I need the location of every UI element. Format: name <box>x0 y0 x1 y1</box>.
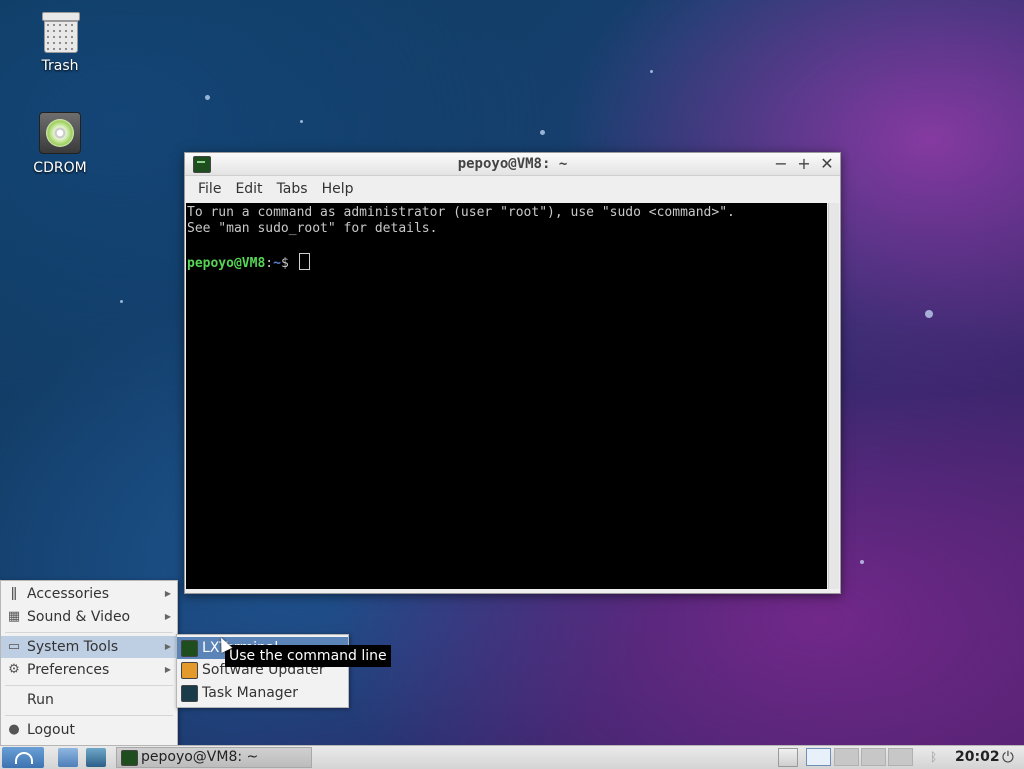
background-star <box>300 120 303 123</box>
terminal-window: pepoyo@VM8: ~ − + ✕ File Edit Tabs Help … <box>184 152 841 594</box>
menu-item-label: Sound & Video <box>27 609 131 625</box>
arrow-right-icon: ▶ <box>164 642 171 651</box>
start-menu: ǁ Accessories ▶ ▦ Sound & Video ▶ ▭ Syst… <box>0 580 178 746</box>
task-manager-icon <box>181 685 198 702</box>
bluetooth-icon[interactable]: ᛒ <box>930 748 942 767</box>
prompt-path: ~ <box>273 256 281 271</box>
menu-item-label: Preferences <box>27 662 110 678</box>
desktop-pager-2[interactable] <box>834 748 859 766</box>
menu-item-preferences[interactable]: ⚙ Preferences ▶ <box>1 659 177 681</box>
user-icon: ● <box>8 722 20 737</box>
maximize-icon[interactable]: + <box>795 154 813 174</box>
desktop-icon-cdrom[interactable]: CDROM <box>20 112 100 176</box>
background-star <box>860 560 864 564</box>
submenu-item-task-manager[interactable]: Task Manager <box>177 682 348 704</box>
monitor-icon: ▭ <box>7 639 21 654</box>
terminal-icon <box>121 750 138 766</box>
terminal-output[interactable]: To run a command as administrator (user … <box>186 203 827 589</box>
cdrom-icon <box>39 112 81 154</box>
menu-edit[interactable]: Edit <box>228 181 269 197</box>
updater-icon <box>181 662 198 679</box>
menu-separator <box>5 632 173 633</box>
menu-item-system-tools[interactable]: ▭ System Tools ▶ <box>1 636 177 658</box>
terminal-line: See "man sudo_root" for details. <box>187 221 438 236</box>
file-manager-icon[interactable] <box>58 748 78 767</box>
terminal-icon <box>181 640 198 657</box>
window-list-icon[interactable] <box>778 748 798 767</box>
menu-item-label: Run <box>27 692 54 708</box>
vertical-scrollbar[interactable] <box>828 203 839 589</box>
desktop-pager-3[interactable] <box>861 748 886 766</box>
background-star <box>205 95 210 100</box>
show-desktop-icon[interactable] <box>86 748 106 767</box>
menu-separator <box>5 715 173 716</box>
menu-item-sound-video[interactable]: ▦ Sound & Video ▶ <box>1 606 177 628</box>
menu-item-accessories[interactable]: ǁ Accessories ▶ <box>1 583 177 605</box>
terminal-line: To run a command as administrator (user … <box>187 205 735 220</box>
start-menu-button[interactable] <box>2 747 44 768</box>
window-title: pepoyo@VM8: ~ <box>457 156 568 172</box>
menu-item-run[interactable]: Run <box>1 689 177 711</box>
accessories-icon: ǁ <box>10 586 18 601</box>
arrow-right-icon: ▶ <box>164 589 171 598</box>
menu-file[interactable]: File <box>191 181 228 197</box>
menu-tabs[interactable]: Tabs <box>270 181 315 197</box>
arrow-right-icon: ▶ <box>164 665 171 674</box>
text-cursor <box>298 253 310 270</box>
desktop-pager-1[interactable] <box>806 748 831 766</box>
menu-help[interactable]: Help <box>315 181 361 197</box>
desktop-pager-4[interactable] <box>888 748 913 766</box>
prompt-symbol: $ <box>280 256 289 271</box>
menu-item-label: Logout <box>27 722 75 738</box>
tooltip: Use the command line <box>225 645 391 667</box>
menu-bar: File Edit Tabs Help <box>185 176 840 202</box>
prompt-separator: : <box>265 256 274 271</box>
menu-item-label: Accessories <box>27 586 110 602</box>
film-icon: ▦ <box>7 609 21 624</box>
power-icon[interactable]: ⏻ <box>1002 748 1020 767</box>
desktop-icon-label: CDROM <box>33 160 87 176</box>
desktop-icon-trash[interactable]: Trash <box>20 12 100 74</box>
close-icon[interactable]: ✕ <box>818 154 836 174</box>
taskbar-task-label: pepoyo@VM8: ~ <box>141 749 259 765</box>
taskbar-task-terminal[interactable]: pepoyo@VM8: ~ <box>116 747 312 768</box>
prompt-user: pepoyo@VM8 <box>187 256 266 271</box>
taskbar: pepoyo@VM8: ~ ᛒ 20:02 ⏻ <box>0 745 1024 769</box>
terminal-prompt: pepoyo@VM8:~$ <box>187 253 827 271</box>
background-star <box>540 130 545 135</box>
window-titlebar[interactable]: pepoyo@VM8: ~ − + ✕ <box>185 153 840 176</box>
menu-separator <box>5 685 173 686</box>
minimize-icon[interactable]: − <box>772 154 790 174</box>
background-star <box>120 300 123 303</box>
menu-item-label: System Tools <box>27 639 119 655</box>
arrow-right-icon: ▶ <box>164 612 171 621</box>
menu-item-logout[interactable]: ● Logout <box>1 719 177 741</box>
submenu-item-label: Task Manager <box>202 685 299 701</box>
desktop-icon-label: Trash <box>41 58 79 74</box>
background-star <box>925 310 933 318</box>
clock[interactable]: 20:02 <box>955 747 1000 768</box>
background-star <box>650 70 653 73</box>
gear-icon: ⚙ <box>8 662 20 677</box>
trash-icon <box>42 12 80 53</box>
